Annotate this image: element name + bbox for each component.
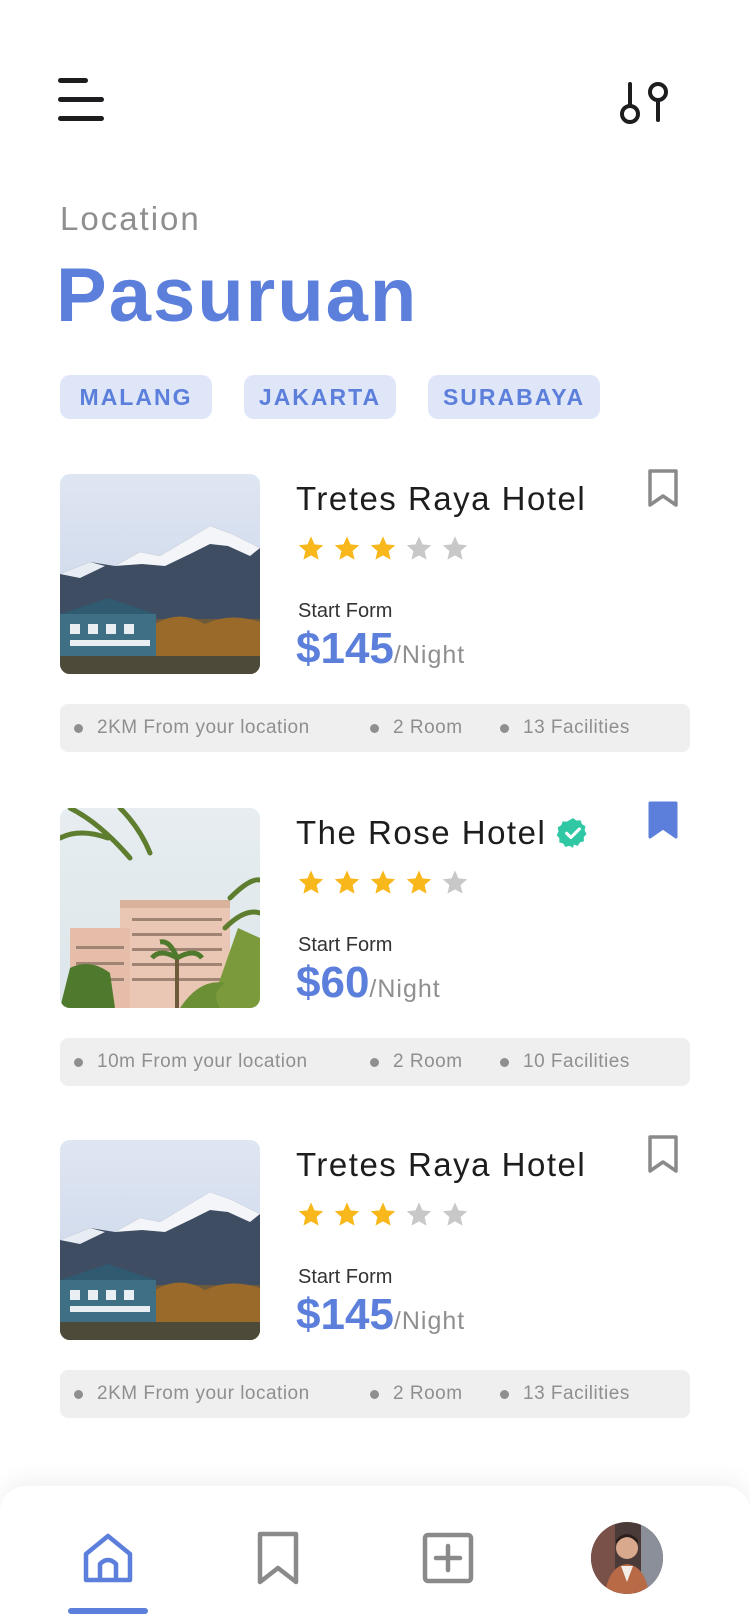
- chip-jakarta[interactable]: JAKARTA: [244, 375, 396, 419]
- hotel-name-row: Tretes Raya Hotel: [296, 1146, 586, 1184]
- facilities-text: 13 Facilities: [523, 717, 630, 738]
- hotel-card[interactable]: Tretes Raya Hotel Start Form $145/Night …: [0, 469, 750, 774]
- menu-line: [58, 78, 88, 83]
- hotel-card[interactable]: Tretes Raya Hotel Start Form $145/Night …: [0, 1135, 750, 1440]
- home-icon: [83, 1533, 133, 1583]
- add-icon: [422, 1532, 474, 1584]
- profile-avatar[interactable]: [591, 1522, 663, 1594]
- price: $145/Night: [296, 624, 465, 674]
- distance-info: 2KM From your location: [74, 704, 310, 752]
- distance-info: 10m From your location: [74, 1038, 308, 1086]
- location-label: Location: [60, 200, 201, 237]
- distance-text: 2KM From your location: [97, 1383, 310, 1404]
- facilities-text: 13 Facilities: [523, 1383, 630, 1404]
- star-filled-icon: [334, 536, 360, 560]
- star-filled-icon: [298, 870, 324, 894]
- rooms-info: 2 Room: [370, 1038, 463, 1086]
- star-empty-icon: [406, 536, 432, 560]
- hotel-info-bar: 2KM From your location 2 Room 13 Facilit…: [60, 704, 690, 752]
- hotel-card[interactable]: The Rose Hotel Start Form $60/Night 10m …: [0, 801, 750, 1108]
- distance-text: 10m From your location: [97, 1051, 308, 1072]
- rating-stars: [297, 534, 469, 562]
- price-unit: /Night: [393, 641, 466, 669]
- hotel-name: The Rose Hotel: [296, 814, 547, 851]
- facilities-info: 13 Facilities: [500, 704, 630, 752]
- start-from-label: Start Form: [298, 1266, 393, 1288]
- start-from-label: Start Form: [298, 600, 393, 622]
- menu-button[interactable]: [58, 78, 104, 124]
- bookmark-icon: [257, 1531, 299, 1585]
- hotel-name-row: The Rose Hotel: [296, 814, 590, 852]
- price-amount: $145: [296, 1290, 394, 1339]
- hotel-name-row: Tretes Raya Hotel: [296, 480, 586, 518]
- filter-sliders-icon: [620, 82, 668, 124]
- rating-stars: [297, 1200, 469, 1228]
- price: $60/Night: [296, 958, 441, 1008]
- facilities-info: 10 Facilities: [500, 1038, 630, 1086]
- city-title: Pasuruan: [56, 253, 419, 338]
- chip-surabaya[interactable]: SURABAYA: [428, 375, 600, 419]
- hotel-name: Tretes Raya Hotel: [296, 1146, 587, 1183]
- nav-add[interactable]: [420, 1530, 476, 1586]
- star-empty-icon: [442, 536, 468, 560]
- bottom-navigation: [0, 1486, 750, 1624]
- rating-stars: [297, 868, 469, 896]
- filter-button[interactable]: [616, 80, 676, 130]
- star-empty-icon: [442, 1202, 468, 1226]
- star-filled-icon: [298, 536, 324, 560]
- rooms-text: 2 Room: [393, 1383, 463, 1404]
- nav-home[interactable]: [80, 1530, 136, 1586]
- bookmark-outline-icon[interactable]: [646, 468, 680, 508]
- facilities-info: 13 Facilities: [500, 1370, 630, 1418]
- hotel-info-bar: 2KM From your location 2 Room 13 Facilit…: [60, 1370, 690, 1418]
- star-filled-icon: [334, 870, 360, 894]
- hotel-photo: [60, 808, 260, 1008]
- start-from-label: Start Form: [298, 934, 393, 956]
- hotel-photo: [60, 474, 260, 674]
- price-unit: /Night: [369, 975, 441, 1003]
- hotel-photo: [60, 1140, 260, 1340]
- active-tab-indicator: [68, 1608, 148, 1614]
- star-filled-icon: [370, 870, 396, 894]
- price: $145/Night: [296, 1290, 465, 1340]
- star-empty-icon: [406, 1202, 432, 1226]
- rooms-info: 2 Room: [370, 704, 463, 752]
- bookmark-filled-icon[interactable]: [646, 800, 680, 840]
- star-filled-icon: [298, 1202, 324, 1226]
- menu-line: [58, 97, 104, 102]
- chip-malang[interactable]: MALANG: [60, 375, 212, 419]
- facilities-text: 10 Facilities: [523, 1051, 630, 1072]
- hotel-name: Tretes Raya Hotel: [296, 480, 587, 517]
- star-filled-icon: [406, 870, 432, 894]
- star-filled-icon: [370, 1202, 396, 1226]
- star-empty-icon: [442, 870, 468, 894]
- verified-badge-icon: [556, 818, 587, 848]
- menu-line: [58, 116, 104, 121]
- hotel-info-bar: 10m From your location 2 Room 10 Facilit…: [60, 1038, 690, 1086]
- rooms-text: 2 Room: [393, 1051, 463, 1072]
- price-amount: $145: [296, 624, 394, 673]
- star-filled-icon: [370, 536, 396, 560]
- star-filled-icon: [334, 1202, 360, 1226]
- rooms-info: 2 Room: [370, 1370, 463, 1418]
- price-amount: $60: [296, 958, 370, 1007]
- distance-text: 2KM From your location: [97, 717, 310, 738]
- price-unit: /Night: [393, 1307, 466, 1335]
- bookmark-outline-icon[interactable]: [646, 1134, 680, 1174]
- rooms-text: 2 Room: [393, 717, 463, 738]
- distance-info: 2KM From your location: [74, 1370, 310, 1418]
- nav-bookmarks[interactable]: [250, 1530, 306, 1586]
